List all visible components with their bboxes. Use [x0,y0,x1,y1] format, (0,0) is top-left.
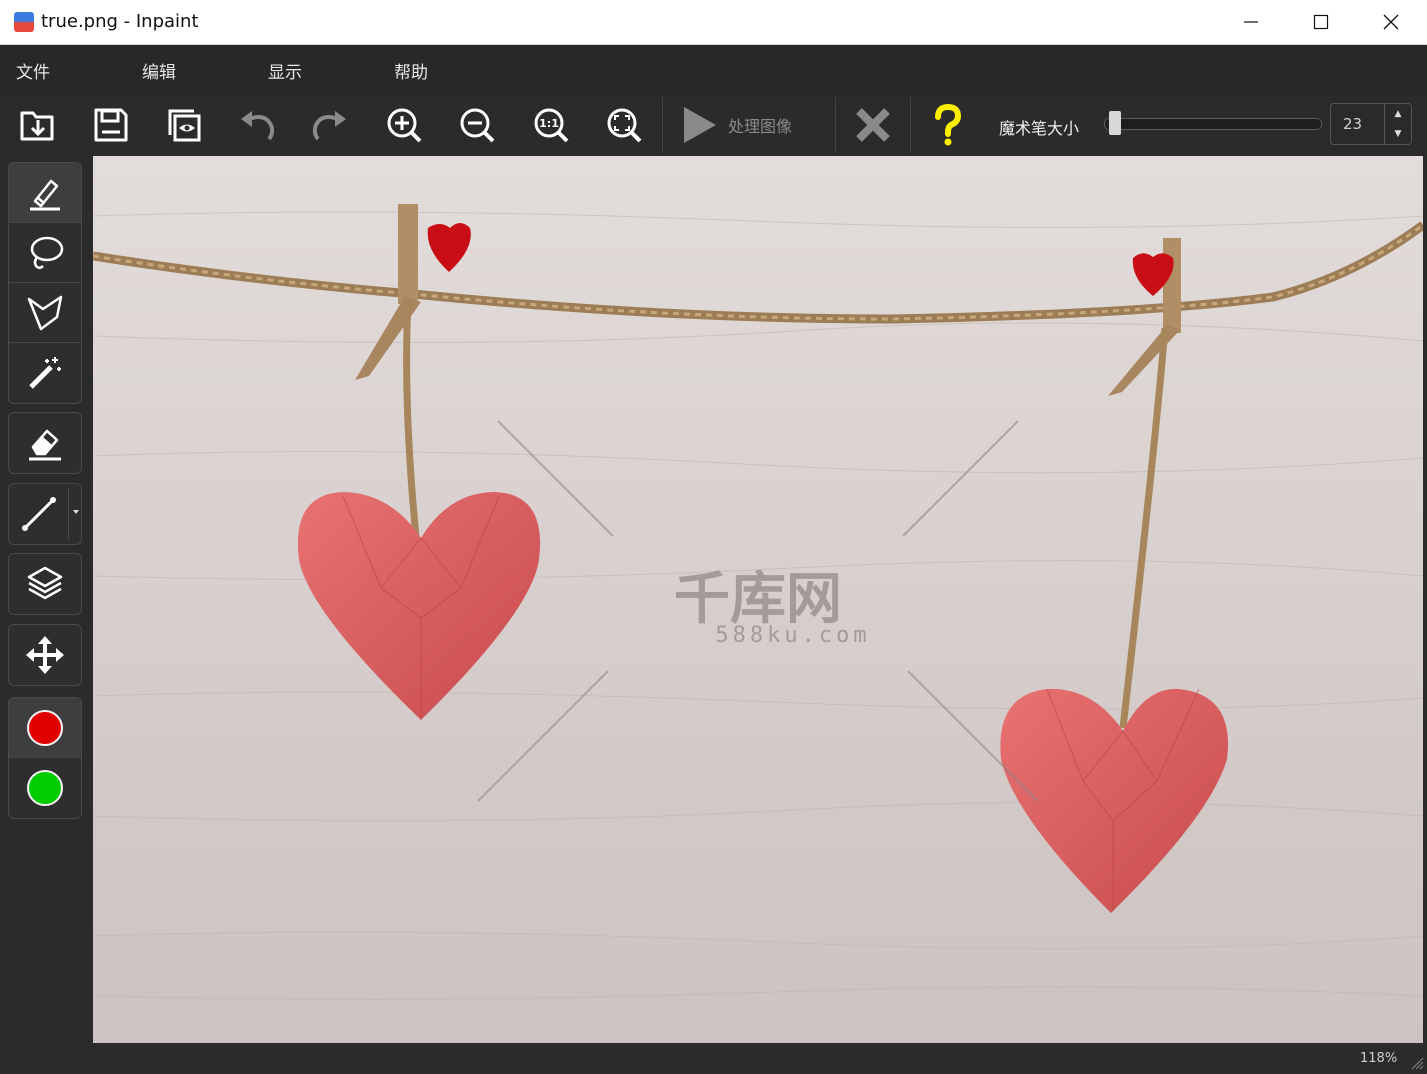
cancel-button[interactable] [849,101,897,149]
green-circle-icon [27,770,63,806]
watermark-url: 588ku.com [715,623,870,648]
menu-bar: 文件 编辑 显示 帮助 [0,45,1427,95]
resize-grip-icon[interactable] [1408,1053,1424,1071]
menu-help[interactable]: 帮助 [394,58,428,83]
minimize-button[interactable] [1216,0,1286,44]
magic-wand-size-label: 魔术笔大小 [999,119,1080,138]
donor-color-swatch[interactable] [9,758,81,818]
undo-icon [241,111,275,141]
open-icon [20,111,54,141]
tools-panel [0,155,92,1043]
zoom-actual-size-button[interactable]: 1:1 [527,101,575,149]
line-group [8,483,82,545]
toolbar-separator [910,97,911,153]
line-tool[interactable] [9,484,81,544]
maximize-icon [1313,14,1329,30]
eraser-tool[interactable] [9,413,81,473]
magic-wand-size-spinbox[interactable]: 23 ▲ ▼ [1330,103,1412,145]
move-icon [26,636,64,674]
magic-wand-icon [29,357,61,389]
preview-button[interactable] [160,101,208,149]
help-icon [935,103,962,146]
close-icon [1383,14,1399,30]
preview-icon [168,109,201,142]
toolbar: 1:1 处理图像 魔术笔大小 23 ▲ ▼ [0,95,1427,155]
lasso-icon [30,236,64,269]
marker-icon [30,179,60,210]
eraser-group [8,412,82,474]
zoom-actual-size-icon: 1:1 [534,108,569,143]
image-canvas[interactable]: 千库网 588ku.com [93,156,1423,1043]
status-bar: 118% [0,1043,1427,1074]
minimize-icon [1244,21,1258,23]
process-image-label: 处理图像 [728,117,793,136]
red-circle-icon [27,709,63,746]
eraser-icon [29,429,61,461]
window-title: true.png - Inpaint [41,11,199,32]
zoom-out-icon [460,108,495,143]
polygon-lasso-icon [27,295,63,330]
zoom-fit-button[interactable] [600,101,648,149]
spin-up-icon[interactable]: ▲ [1385,104,1411,124]
slider-thumb[interactable] [1109,111,1121,135]
zoom-out-button[interactable] [453,101,501,149]
menu-file[interactable]: 文件 [16,58,50,83]
menu-edit[interactable]: 编辑 [142,58,176,83]
toolbar-separator [835,97,836,153]
selection-tools-group [8,162,82,404]
open-button[interactable] [14,101,62,149]
title-bar: true.png - Inpaint [0,0,1427,45]
undo-button[interactable] [233,101,281,149]
color-group [8,697,82,819]
app-icon [14,12,34,32]
redo-button[interactable] [306,101,354,149]
magic-wand-size-slider[interactable] [1104,118,1322,130]
marker-tool[interactable] [9,163,81,223]
polygon-lasso-tool[interactable] [9,283,81,343]
cancel-icon [856,108,890,142]
save-icon [94,108,128,142]
move-group [8,624,82,686]
help-button[interactable] [924,101,972,149]
maximize-button[interactable] [1286,0,1356,44]
zoom-fit-icon [607,108,642,143]
close-button[interactable] [1356,0,1426,44]
redo-icon [312,111,346,141]
layers-tool[interactable] [9,554,81,614]
zoom-in-button[interactable] [380,101,428,149]
clothespin-left [398,204,418,304]
menu-view[interactable]: 显示 [268,58,302,83]
spin-down-icon[interactable]: ▼ [1385,124,1411,144]
move-tool[interactable] [9,625,81,685]
clothespin-right [1163,238,1181,333]
spinbox-value[interactable]: 23 [1343,115,1362,133]
process-image-button[interactable]: 处理图像 [672,99,830,151]
magic-wand-tool[interactable] [9,343,81,403]
save-button[interactable] [87,101,135,149]
toolbar-separator [662,97,663,153]
svg-text:1:1: 1:1 [539,117,559,130]
line-icon [22,497,56,531]
play-icon [684,107,716,143]
spinbox-arrows: ▲ ▼ [1384,104,1411,144]
zoom-level: 118% [1360,1051,1398,1066]
chevron-down-icon[interactable] [73,510,79,514]
layers-group [8,553,82,615]
mask-color-swatch[interactable] [9,698,81,758]
zoom-in-icon [387,108,422,143]
lasso-tool[interactable] [9,223,81,283]
dropdown-divider [68,488,69,540]
layers-icon [27,566,63,600]
